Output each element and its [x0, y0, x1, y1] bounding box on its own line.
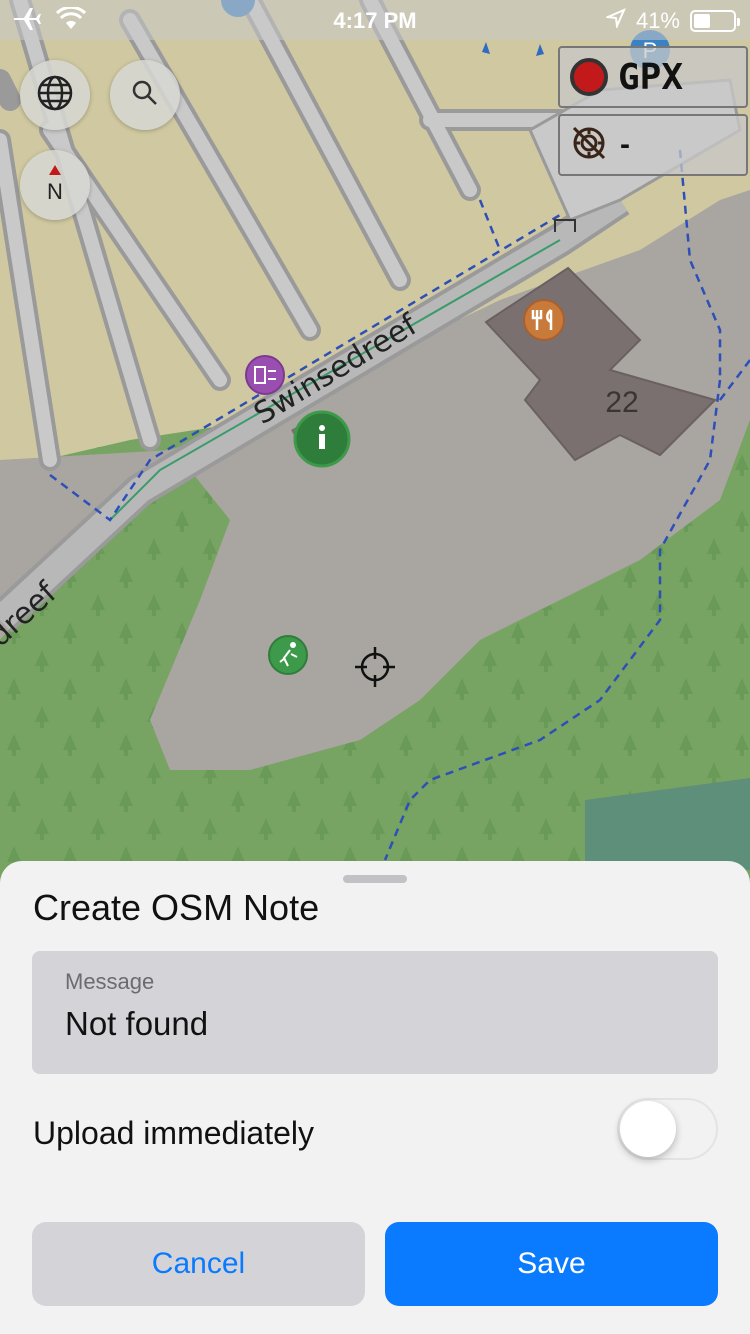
compass-icon: N: [40, 164, 70, 206]
save-button[interactable]: Save: [385, 1222, 718, 1306]
battery-percent: 41%: [635, 8, 680, 33]
message-input[interactable]: [65, 1005, 665, 1043]
upload-immediately-label: Upload immediately: [33, 1115, 315, 1151]
message-label: Message: [65, 969, 155, 994]
toggle-knob: [620, 1101, 676, 1157]
tracking-button[interactable]: -: [558, 114, 748, 176]
cancel-button[interactable]: Cancel: [32, 1222, 365, 1306]
status-bar: 4:17 PM 41%: [0, 0, 750, 40]
globe-button[interactable]: [20, 60, 90, 130]
sheet-title: Create OSM Note: [33, 887, 320, 928]
globe-icon: [36, 74, 74, 117]
tracking-off-icon: [566, 120, 612, 171]
info-icon[interactable]: [293, 410, 351, 468]
sheet-grabber[interactable]: [343, 875, 407, 883]
record-icon: [570, 58, 608, 96]
compass-label: N: [47, 179, 63, 201]
sports-icon[interactable]: [268, 635, 308, 675]
message-field[interactable]: Message: [32, 951, 718, 1074]
location-arrow-icon: [604, 8, 626, 34]
battery-icon: [690, 10, 740, 32]
tracking-value: -: [620, 128, 630, 161]
gpx-record-button[interactable]: GPX: [558, 46, 748, 108]
search-icon: [131, 79, 159, 112]
compass-button[interactable]: N: [20, 150, 90, 220]
upload-immediately-toggle[interactable]: [617, 1098, 718, 1160]
restaurant-icon[interactable]: [523, 299, 565, 341]
gpx-label: GPX: [618, 56, 684, 98]
exchange-icon[interactable]: [245, 355, 285, 395]
building-number: 22: [605, 386, 638, 419]
search-button[interactable]: [110, 60, 180, 130]
create-note-sheet: Create OSM Note Message Upload immediate…: [0, 861, 750, 1334]
